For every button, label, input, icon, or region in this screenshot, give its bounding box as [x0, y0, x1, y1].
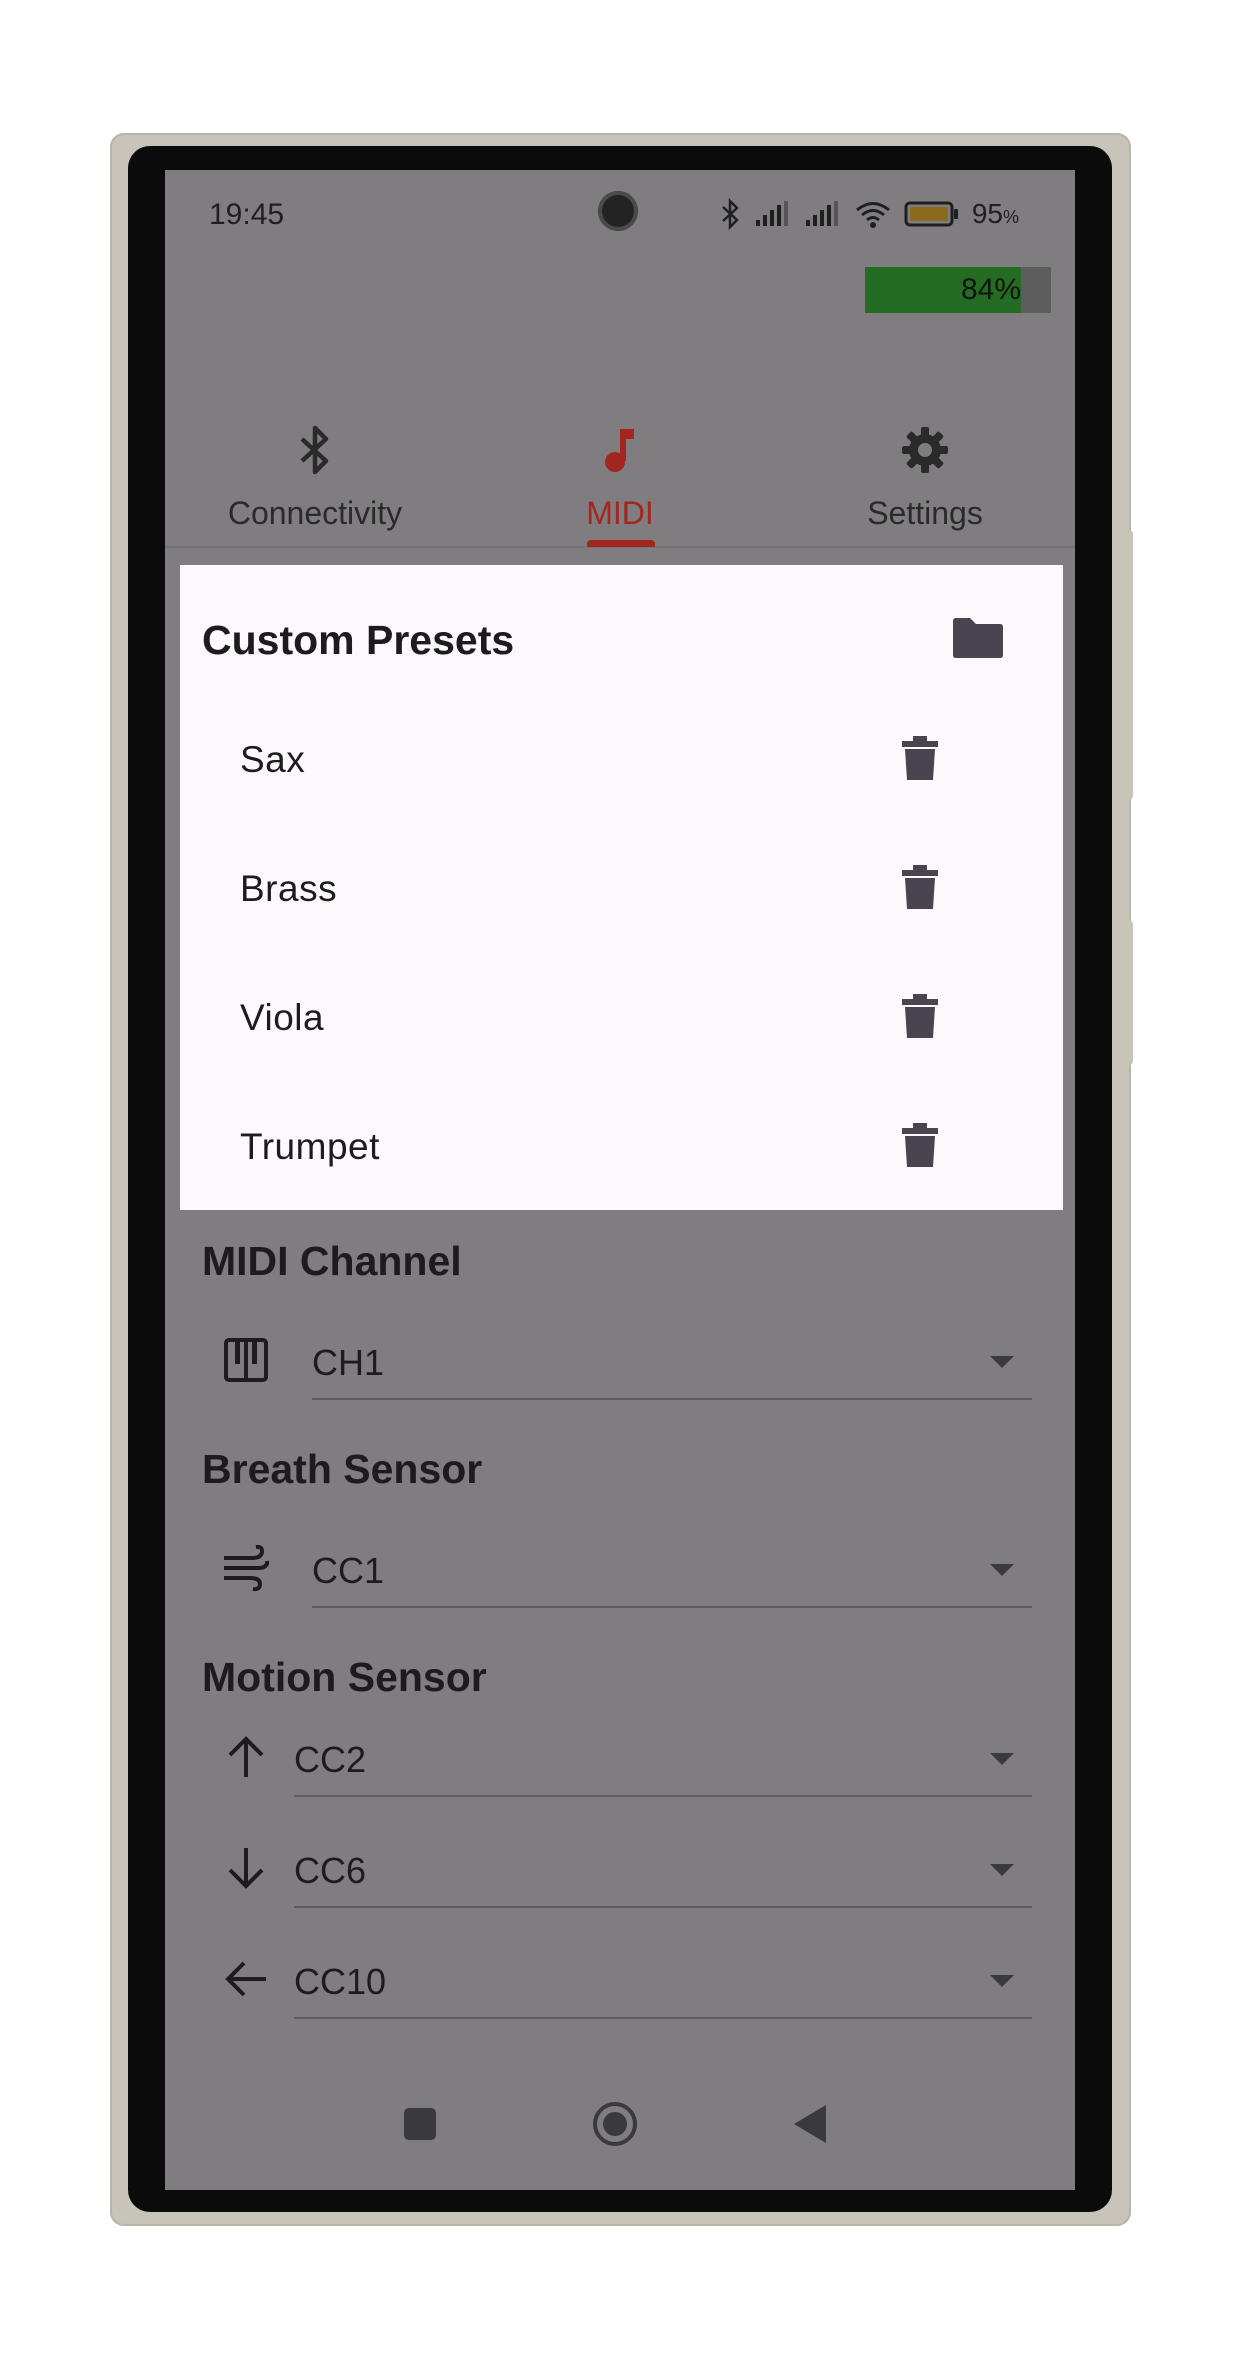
midi-channel-value: CH1	[312, 1342, 385, 1383]
status-icons: 95%	[720, 198, 1019, 230]
select-underline	[294, 1906, 1032, 1908]
back-icon[interactable]	[780, 2094, 840, 2154]
preset-item-brass[interactable]: Brass	[180, 824, 1063, 953]
motion-sensor-select-up[interactable]: CC2	[202, 1717, 1032, 1797]
bluetooth-icon	[165, 420, 465, 480]
preset-name: Sax	[240, 739, 306, 780]
signal-icon-2	[805, 201, 838, 226]
folder-icon[interactable]	[950, 615, 1006, 661]
preset-name: Viola	[240, 997, 325, 1038]
navigation-bar	[165, 2070, 1075, 2190]
music-note-icon	[470, 420, 770, 480]
arrow-down-icon	[222, 1844, 270, 1892]
volume-button	[1125, 530, 1133, 800]
select-underline	[312, 1606, 1032, 1608]
preset-name: Trumpet	[240, 1126, 380, 1167]
power-button	[1125, 920, 1133, 1065]
chevron-down-icon	[990, 1356, 1014, 1368]
midi-channel-title: MIDI Channel	[202, 1238, 462, 1284]
front-camera	[598, 191, 638, 231]
tab-connectivity-label: Connectivity	[227, 495, 403, 531]
midi-channel-select[interactable]: CH1	[202, 1320, 1032, 1400]
preset-item-trumpet[interactable]: Trumpet	[180, 1082, 1063, 1211]
tab-bar: Connectivity MIDI Settings	[165, 400, 1075, 548]
gear-icon	[775, 420, 1075, 480]
delete-preset-icon[interactable]	[900, 1122, 940, 1168]
motion-sensor-title: Motion Sensor	[202, 1654, 487, 1700]
motion-sensor-value: CC6	[294, 1850, 367, 1891]
tab-settings[interactable]: Settings	[775, 400, 1075, 546]
recents-icon[interactable]	[390, 2094, 450, 2154]
wifi-icon	[855, 202, 890, 228]
delete-preset-icon[interactable]	[900, 993, 940, 1039]
preset-name: Brass	[240, 868, 338, 909]
breath-sensor-value: CC1	[312, 1550, 385, 1591]
preset-item-sax[interactable]: Sax	[180, 695, 1063, 824]
signal-icon	[755, 201, 788, 226]
battery-percent: 95%	[971, 198, 1019, 229]
motion-sensor-value: CC10	[294, 1961, 387, 2002]
select-underline	[312, 1398, 1032, 1400]
chevron-down-icon	[990, 1564, 1014, 1576]
motion-sensor-select-left[interactable]: CC10	[202, 1939, 1032, 2019]
preset-item-viola[interactable]: Viola	[180, 953, 1063, 1082]
active-tab-indicator	[587, 540, 655, 547]
delete-preset-icon[interactable]	[900, 864, 940, 910]
home-icon[interactable]	[585, 2094, 645, 2154]
device-battery-label: 84%	[960, 273, 1021, 306]
battery-icon	[904, 201, 958, 227]
arrow-up-icon	[222, 1733, 270, 1781]
tab-midi-label: MIDI	[586, 495, 654, 531]
chevron-down-icon	[990, 1753, 1014, 1765]
piano-icon	[222, 1336, 270, 1384]
select-underline	[294, 1795, 1032, 1797]
select-underline	[294, 2017, 1032, 2019]
status-time: 19:45	[209, 198, 285, 231]
chevron-down-icon	[990, 1975, 1014, 1987]
motion-sensor-value: CC2	[294, 1739, 367, 1780]
breath-sensor-select[interactable]: CC1	[202, 1528, 1032, 1608]
device-battery-indicator: 84%	[865, 267, 1051, 313]
breath-sensor-title: Breath Sensor	[202, 1446, 483, 1492]
screen: 19:45 95% 84% Connectivity MIDI Settings…	[165, 170, 1075, 2190]
bluetooth-status-icon	[721, 198, 739, 230]
motion-sensor-select-down[interactable]: CC6	[202, 1828, 1032, 1908]
tab-connectivity[interactable]: Connectivity	[165, 400, 465, 546]
custom-presets-menu: Custom Presets Sax Brass Viola Trumpet	[180, 565, 1063, 1210]
delete-preset-icon[interactable]	[900, 735, 940, 781]
status-bar: 19:45 95%	[165, 170, 1075, 250]
arrow-left-icon	[222, 1955, 270, 2003]
chevron-down-icon	[990, 1864, 1014, 1876]
tab-midi[interactable]: MIDI	[470, 400, 770, 546]
tab-settings-label: Settings	[867, 495, 983, 531]
wind-icon	[222, 1544, 270, 1592]
custom-presets-title: Custom Presets	[202, 617, 515, 663]
